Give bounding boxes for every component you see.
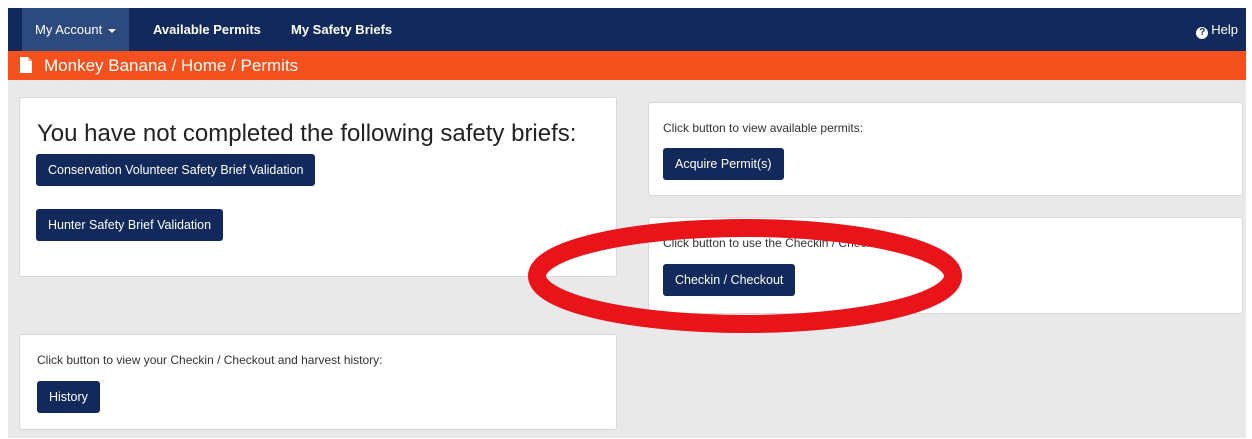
help-label: Help: [1211, 22, 1238, 37]
my-account-menu[interactable]: My Account: [22, 8, 130, 51]
breadcrumb-path: Monkey Banana / Home / Permits: [44, 56, 299, 75]
breadcrumb: Monkey Banana / Home / Permits: [8, 51, 1246, 80]
history-button[interactable]: History: [37, 381, 100, 413]
question-circle-icon: ?: [1196, 27, 1209, 39]
checkin-panel: Click button to use the Checkin / Checko…: [648, 217, 1243, 314]
safety-briefs-panel: You have not completed the following saf…: [19, 97, 617, 277]
conservation-volunteer-brief-button[interactable]: Conservation Volunteer Safety Brief Vali…: [36, 154, 316, 186]
nav-my-safety-briefs[interactable]: My Safety Briefs: [291, 8, 392, 51]
help-link[interactable]: ? Help: [1196, 8, 1238, 51]
my-account-label: My Account: [35, 22, 103, 37]
checkin-instructions: Click button to use the Checkin / Checko…: [663, 236, 893, 250]
history-instructions: Click button to view your Checkin / Chec…: [37, 353, 383, 367]
document-icon: [20, 57, 32, 73]
permits-panel: Click button to view available permits: …: [648, 102, 1243, 196]
acquire-permits-button[interactable]: Acquire Permit(s): [663, 148, 784, 180]
permits-instructions: Click button to view available permits:: [663, 121, 864, 135]
history-panel: Click button to view your Checkin / Chec…: [19, 334, 617, 430]
nav-available-permits[interactable]: Available Permits: [153, 8, 261, 51]
safety-briefs-heading: You have not completed the following saf…: [37, 120, 577, 147]
caret-down-icon: [108, 28, 117, 33]
hunter-safety-brief-button[interactable]: Hunter Safety Brief Validation: [36, 209, 224, 241]
top-navbar: My Account Available Permits My Safety B…: [8, 8, 1246, 51]
checkin-checkout-button[interactable]: Checkin / Checkout: [663, 264, 796, 296]
page-frame: My Account Available Permits My Safety B…: [8, 8, 1246, 438]
